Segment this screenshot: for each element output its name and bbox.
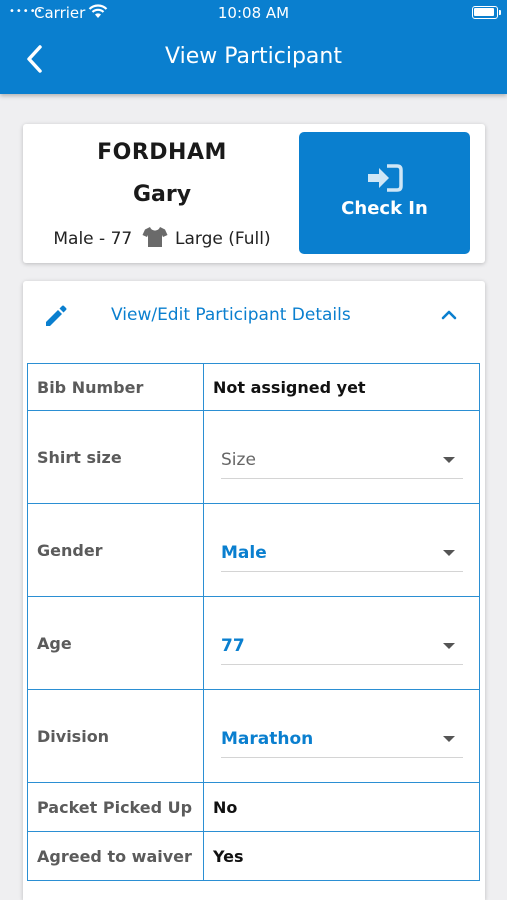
select-value: Marathon <box>221 729 314 749</box>
division-select[interactable]: Marathon <box>221 720 463 758</box>
bib-number-value: Not assigned yet <box>213 377 366 397</box>
participant-details-card: View/Edit Participant Details Bib Number… <box>23 281 485 900</box>
sign-in-icon <box>367 164 403 196</box>
select-value: Male <box>221 543 267 563</box>
table-row-age: Age 77 <box>27 597 480 690</box>
participant-first-name: Gary <box>132 182 192 207</box>
status-bar: ••••• Carrier 10:08 AM <box>0 0 507 28</box>
participant-meta: Male - 77 Large (Full) <box>23 226 301 253</box>
app-header: ••••• Carrier 10:08 AM View Participant <box>0 0 507 94</box>
table-row-bib-number: Bib Number Not assigned yet <box>27 363 480 411</box>
row-label: Age <box>28 597 204 689</box>
page-title: View Participant <box>165 44 342 69</box>
details-accordion-toggle[interactable]: View/Edit Participant Details <box>23 281 485 351</box>
battery-icon <box>472 6 501 19</box>
select-value: 77 <box>221 636 245 656</box>
packet-picked-up-value: No <box>213 797 238 817</box>
row-label: Gender <box>28 504 204 596</box>
dropdown-arrow-icon <box>443 550 455 556</box>
row-label: Division <box>28 690 204 782</box>
table-row-agreed-waiver: Agreed to waiver Yes <box>27 832 480 881</box>
shirt-size-select[interactable]: Size <box>221 441 463 479</box>
chevron-up-icon <box>440 307 458 326</box>
select-placeholder: Size <box>221 450 256 470</box>
dropdown-arrow-icon <box>443 457 455 463</box>
row-label: Packet Picked Up <box>28 783 204 831</box>
details-toggle-label: View/Edit Participant Details <box>111 305 351 325</box>
table-row-division: Division Marathon <box>27 690 480 783</box>
clock: 10:08 AM <box>217 4 290 22</box>
age-select[interactable]: 77 <box>221 627 463 665</box>
dropdown-arrow-icon <box>443 736 455 742</box>
check-in-label: Check In <box>341 198 428 219</box>
details-table: Bib Number Not assigned yet Shirt size S… <box>27 363 480 881</box>
row-label: Agreed to waiver <box>28 832 204 880</box>
shirt-size-summary: Large (Full) <box>175 229 271 249</box>
table-row-packet-picked-up: Packet Picked Up No <box>27 783 480 832</box>
pencil-icon <box>43 303 69 333</box>
table-row-gender: Gender Male <box>27 504 480 597</box>
agreed-waiver-value: Yes <box>213 846 244 866</box>
check-in-button[interactable]: Check In <box>299 132 470 254</box>
participant-last-name: FORDHAM <box>97 140 227 165</box>
row-label: Bib Number <box>28 364 204 410</box>
dropdown-arrow-icon <box>443 643 455 649</box>
participant-summary-card: FORDHAM Gary Male - 77 Large (Full) Chec… <box>23 124 485 263</box>
table-row-shirt-size: Shirt size Size <box>27 411 480 504</box>
tshirt-icon <box>142 226 168 253</box>
gender-age: Male - 77 <box>53 229 133 249</box>
row-label: Shirt size <box>28 411 204 503</box>
gender-select[interactable]: Male <box>221 534 463 572</box>
